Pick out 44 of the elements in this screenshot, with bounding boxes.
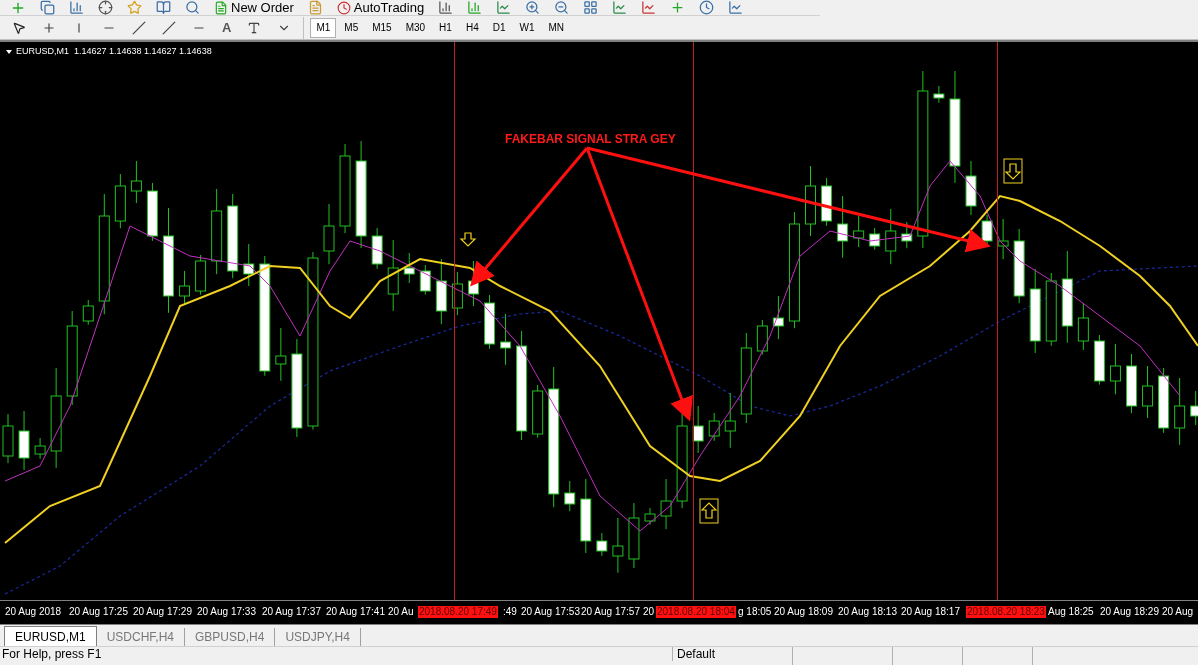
time-label: 20 Aug 17:53 [521,606,580,618]
time-label: g 18:05 [738,606,772,618]
time-label: 20 [643,606,655,618]
auto-trading-button[interactable]: AutoTrading [332,0,429,18]
timeframe-button[interactable]: MN [542,17,571,38]
time-label: 20 Aug 18:29 [1100,606,1159,618]
time-label: 20 Aug [1162,606,1194,618]
timeframe-button[interactable]: M15 [366,17,398,38]
time-label: :49 [503,606,517,618]
time-label: 20 Aug 17:57 [581,606,640,618]
text-tool[interactable]: A [218,17,236,38]
chart-tab[interactable]: EURUSD,M1 [4,626,97,646]
timeframe-button[interactable]: W1 [513,17,541,38]
time-label: 20 Aug 17:37 [262,606,321,618]
timeframe-button[interactable]: M5 [338,17,365,38]
down-arrow-icon [459,232,477,247]
new-order-button[interactable]: New Order [210,0,298,18]
chart-tab[interactable]: USDCHF,H4 [96,628,186,646]
time-label: 20 Aug 17:25 [69,606,128,618]
timeframe-button[interactable]: M1 [310,17,337,38]
annotation-text: FAKEBAR SIGNAL STRA GEY [505,131,676,148]
timeframe-button[interactable]: D1 [486,17,512,38]
time-label: 20 Au [388,606,414,618]
status-help-text: For Help, press F1 [1,647,103,661]
time-label: Aug 18:25 [1048,606,1094,618]
time-marker: 2018.08.20 18:23 [966,606,1046,618]
collapse-triangle-icon[interactable] [6,49,12,54]
chart-header: EURUSD,M1 1.14627 1.14638 1.14627 1.14638 [16,45,212,58]
status-profile: Default [672,647,792,661]
clock-icon [336,0,351,15]
time-label: 20 Aug 2018 [5,606,62,618]
chart-tab[interactable]: GBPUSD,H4 [185,628,276,646]
time-label: 20 Aug 17:41 [326,606,385,618]
time-label: 20 Aug 18:13 [838,606,897,618]
time-label: 20 Aug 18:17 [901,606,960,618]
time-label: 20 Aug 18:09 [774,606,833,618]
time-marker: 2018.08.20 17:49 [418,606,498,618]
time-label: 20 Aug 17:33 [197,606,256,618]
timeframe-button[interactable]: H4 [459,17,485,38]
time-label: 20 Aug 17:29 [133,606,192,618]
timeframe-button[interactable]: H1 [433,17,458,38]
chart-tab[interactable]: USDJPY,H4 [275,628,361,646]
time-marker: 2018.08.20 18:04 [656,606,736,618]
timeframe-button[interactable]: M30 [399,17,432,38]
